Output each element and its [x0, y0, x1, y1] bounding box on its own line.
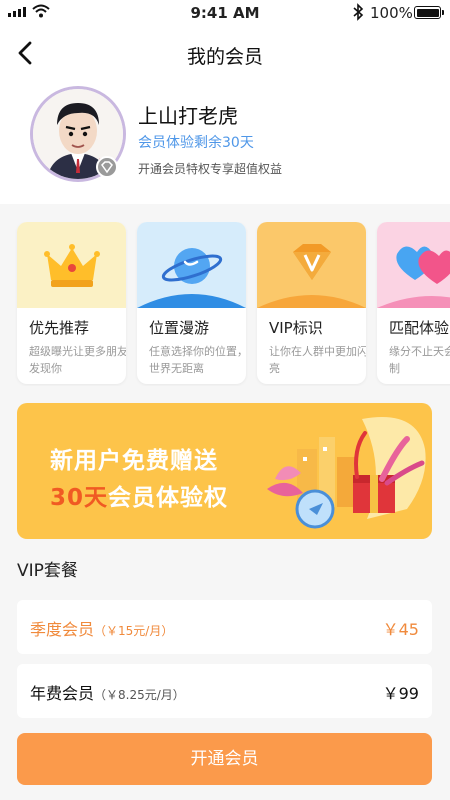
privilege-description: 任意选择你的位置，世界无距离: [149, 345, 246, 375]
gift-illustration: [267, 417, 426, 529]
banner-headline: 新用户免费赠送: [50, 448, 218, 474]
crown-icon: [17, 222, 126, 308]
package-quarterly[interactable]: 季度会员（￥15元/月） ￥45: [17, 600, 432, 654]
package-price: ￥45: [382, 620, 419, 639]
membership-description: 开通会员特权专享超值权益: [138, 162, 283, 176]
privilege-description: 超级曝光让更多朋友发现你: [29, 345, 126, 375]
nav-header: 我的会员: [0, 24, 450, 84]
privilege-card-location[interactable]: 位置漫游 任意选择你的位置，世界无距离: [137, 222, 246, 384]
planet-icon: [137, 222, 246, 308]
privilege-card-priority[interactable]: 优先推荐 超级曝光让更多朋友发现你: [17, 222, 126, 384]
privilege-label: 优先推荐: [29, 319, 90, 337]
activate-membership-button[interactable]: 开通会员: [17, 733, 432, 785]
banner-subheadline-text: 会员体验权: [108, 485, 229, 511]
package-annual[interactable]: 年费会员（￥8.25元/月） ￥99: [17, 664, 432, 718]
verified-badge-icon: [96, 156, 118, 178]
privilege-label: 位置漫游: [149, 319, 210, 337]
bluetooth-icon: [353, 3, 364, 21]
privilege-label: 匹配体验: [389, 319, 450, 337]
privilege-card-matching[interactable]: 匹配体验 缘分不止天会员无限制: [377, 222, 450, 384]
user-name: 上山打老虎: [138, 104, 238, 128]
package-name: 年费会员（￥8.25元/月）: [30, 680, 185, 704]
package-price: ￥99: [382, 684, 419, 703]
status-bar: 9:41 AM 100%: [0, 0, 450, 24]
privilege-label: VIP标识: [269, 319, 323, 337]
package-monthly-price: （￥8.25元/月）: [94, 688, 185, 702]
package-name: 季度会员（￥15元/月）: [30, 616, 173, 640]
membership-days-left: 会员体验剩余30天: [138, 135, 254, 151]
package-monthly-price: （￥15元/月）: [94, 624, 174, 638]
privilege-description: 缘分不止天会员无限制: [389, 345, 450, 375]
profile-section: 上山打老虎 会员体验剩余30天 开通会员特权专享超值权益: [0, 84, 450, 204]
privilege-description: 让你在人群中更加闪亮: [269, 345, 366, 375]
avatar-container[interactable]: [30, 86, 126, 182]
battery-percent: 100%: [370, 4, 413, 22]
vip-diamond-icon: [257, 222, 366, 308]
battery-icon: [414, 6, 444, 19]
banner-subheadline: 30天会员体验权: [50, 478, 228, 512]
package-name-text: 年费会员: [30, 684, 95, 703]
banner-highlight: 30天: [50, 485, 109, 511]
package-name-text: 季度会员: [30, 620, 95, 639]
privilege-card-vip-badge[interactable]: VIP标识 让你在人群中更加闪亮: [257, 222, 366, 384]
privilege-carousel[interactable]: 优先推荐 超级曝光让更多朋友发现你 位置漫游 任意选择你的位置，世界无距离 VI…: [0, 222, 450, 386]
promo-banner[interactable]: 新用户免费赠送 30天会员体验权: [17, 403, 432, 539]
hearts-icon: [377, 222, 450, 308]
section-title-vip-packages: VIP套餐: [17, 561, 78, 581]
page-title: 我的会员: [186, 46, 263, 68]
